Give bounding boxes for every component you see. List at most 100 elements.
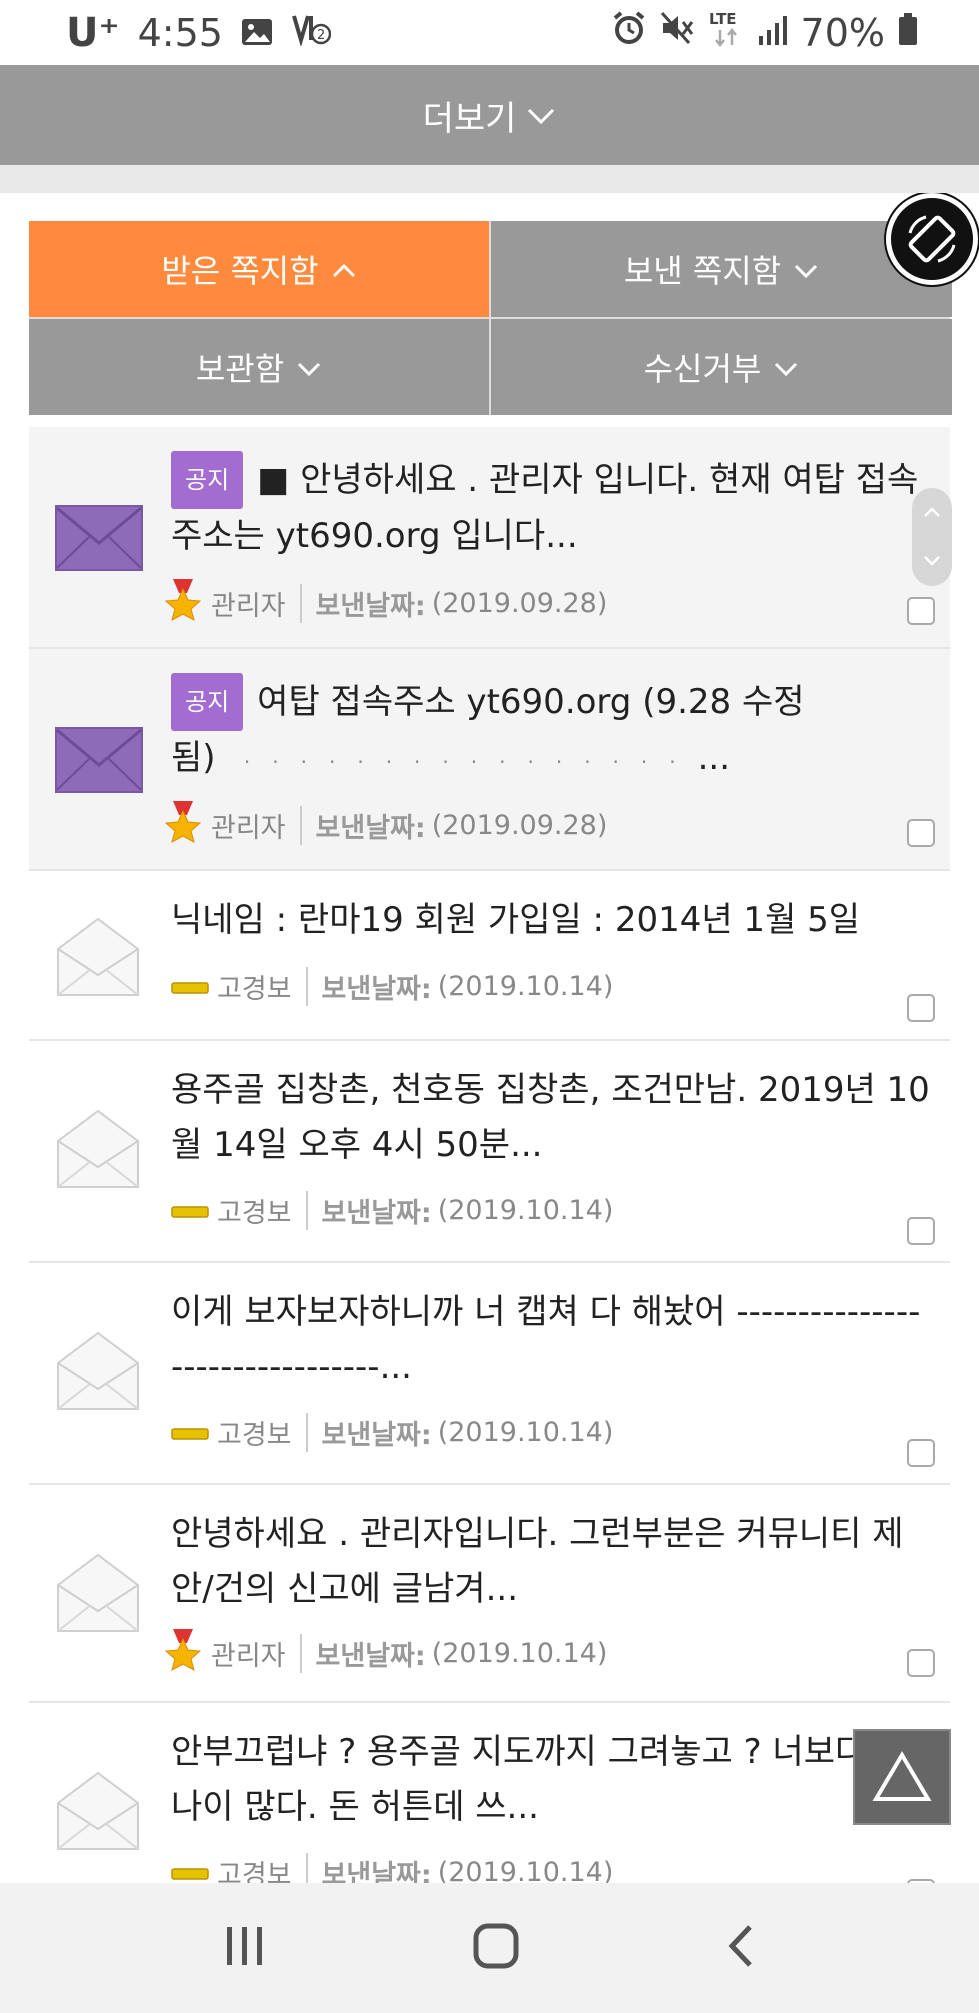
svg-text:LTE: LTE <box>709 10 737 28</box>
message-title[interactable]: 닉네임 : 란마19 회원 가입일 : 2014년 1월 5일 <box>171 900 860 940</box>
sent-date: (2019.10.14) <box>437 971 614 1002</box>
chevron-down-icon <box>526 95 556 135</box>
list-item[interactable]: 안부끄럽냐 ? 용주골 지도까지 그려놓고 ? 너보다 나이 많다. 돈 허튼데… <box>29 1703 950 1883</box>
system-nav-bar <box>0 1883 979 2013</box>
divider <box>0 165 979 193</box>
sender-name: 관리자 <box>211 1634 302 1673</box>
select-checkbox[interactable] <box>907 1439 935 1467</box>
select-checkbox[interactable] <box>907 1649 935 1677</box>
sender-name: 관리자 <box>211 584 302 623</box>
envelope-unread-icon <box>55 727 143 793</box>
member-rank-icon <box>171 1195 209 1226</box>
signal-icon <box>757 11 789 55</box>
message-title[interactable]: 용주골 집창촌, 천호동 집창촌, 조건만남. 2019년 10월 14일 오후… <box>171 1070 930 1165</box>
list-item[interactable]: 공지 여탑 접속주소 yt690.org (9.28 수정 됨) ········… <box>29 649 950 871</box>
rotate-screen-icon[interactable] <box>886 193 978 285</box>
tab-inbox[interactable]: 받은 쪽지함 <box>29 221 489 317</box>
date-label: 보낸날짜: <box>315 813 426 844</box>
scroll-down-icon[interactable] <box>923 551 941 572</box>
select-checkbox[interactable] <box>907 597 935 625</box>
sender-name: 고경보 <box>217 1191 308 1230</box>
envelope-read-icon <box>57 1553 139 1632</box>
triangle-up-icon <box>872 1751 932 1801</box>
message-box: 받은 쪽지함 보낸 쪽지함 보관함 수신거부 공지 ■ 안녕하세요 . 관리자 입… <box>0 193 979 1883</box>
mailbox-tabs: 받은 쪽지함 보낸 쪽지함 보관함 수신거부 <box>29 221 952 415</box>
chevron-down-icon <box>773 348 799 386</box>
alarm-icon <box>611 10 647 55</box>
chevron-up-icon <box>331 250 357 288</box>
message-title-cont[interactable]: 됨) <box>171 738 216 778</box>
message-list: 공지 ■ 안녕하세요 . 관리자 입니다. 현재 여탑 접속 주소는 yt690.… <box>29 427 950 1883</box>
mute-icon <box>659 10 695 55</box>
admin-medal-icon <box>163 579 203 628</box>
ellipsis: ... <box>697 738 731 778</box>
date-label: 보낸날짜: <box>321 974 432 1005</box>
list-item[interactable]: 용주골 집창촌, 천호동 집창촌, 조건만남. 2019년 10월 14일 오후… <box>29 1041 950 1263</box>
date-label: 보낸날짜: <box>321 1860 432 1883</box>
tab-label: 보관함 <box>195 350 285 388</box>
more-toggle[interactable]: 더보기 <box>0 65 979 165</box>
sender-name: 고경보 <box>217 1853 308 1883</box>
member-rank-icon <box>171 971 209 1002</box>
dotted-filler: ················ <box>215 750 698 774</box>
select-checkbox[interactable] <box>907 994 935 1022</box>
scroll-up-icon[interactable] <box>923 502 941 523</box>
date-label: 보낸날짜: <box>321 1198 432 1229</box>
carrier-label: U⁺ <box>66 9 120 56</box>
chevron-down-icon <box>793 250 819 288</box>
tab-archive[interactable]: 보관함 <box>29 319 489 415</box>
notice-badge: 공지 <box>171 451 244 509</box>
envelope-read-icon <box>57 1331 139 1410</box>
notice-badge: 공지 <box>171 673 244 731</box>
sent-date: (2019.09.28) <box>431 588 608 619</box>
message-title[interactable]: 이게 보자보자하니까 너 캡쳐 다 해놨어 ------------------… <box>171 1292 920 1387</box>
sent-date: (2019.10.14) <box>437 1195 614 1226</box>
recent-apps-icon[interactable] <box>223 1925 267 1971</box>
envelope-read-icon <box>57 1771 139 1850</box>
message-title[interactable]: 안부끄럽냐 ? 용주골 지도까지 그려놓고 ? 너보다 나이 많다. 돈 허튼데… <box>171 1732 866 1827</box>
member-rank-icon <box>171 1857 209 1883</box>
tab-blocked[interactable]: 수신거부 <box>491 319 952 415</box>
sent-date: (2019.10.14) <box>437 1417 614 1448</box>
envelope-read-icon <box>57 1109 139 1188</box>
svg-text:2: 2 <box>317 28 325 43</box>
message-title[interactable]: 안녕하세요 . 관리자입니다. 그런부분은 커뮤니티 제안/건의 신고에 글남겨… <box>171 1514 904 1609</box>
sender-name: 고경보 <box>217 967 308 1006</box>
member-rank-icon <box>171 1417 209 1448</box>
image-icon <box>241 11 273 55</box>
list-item[interactable]: 공지 ■ 안녕하세요 . 관리자 입니다. 현재 여탑 접속 주소는 yt690.… <box>29 427 950 649</box>
date-label: 보낸날짜: <box>315 591 426 622</box>
sent-date: (2019.10.14) <box>437 1857 614 1883</box>
tab-label: 수신거부 <box>643 350 762 388</box>
select-checkbox[interactable] <box>907 1217 935 1245</box>
battery-percent: 70% <box>800 10 885 55</box>
list-item[interactable]: 이게 보자보자하니까 너 캡쳐 다 해놨어 ------------------… <box>29 1263 950 1485</box>
message-title[interactable]: 여탑 접속주소 yt690.org (9.28 수정 <box>257 682 804 722</box>
admin-medal-icon <box>163 801 203 850</box>
date-label: 보낸날짜: <box>315 1641 426 1672</box>
sent-date: (2019.09.28) <box>431 810 608 841</box>
list-item[interactable]: 닉네임 : 란마19 회원 가입일 : 2014년 1월 5일 고경보 보낸날짜… <box>29 871 950 1041</box>
envelope-read-icon <box>57 917 139 996</box>
message-title[interactable]: ■ 안녕하세요 . 관리자 입니다. 현재 여탑 접속 주소는 yt690.or… <box>171 460 918 556</box>
date-label: 보낸날짜: <box>321 1420 432 1451</box>
tab-sent[interactable]: 보낸 쪽지함 <box>491 221 952 317</box>
home-icon[interactable] <box>472 1922 520 1974</box>
select-checkbox[interactable] <box>907 819 935 847</box>
tab-label: 보낸 쪽지함 <box>623 252 782 290</box>
scroll-to-top-button[interactable] <box>853 1729 951 1825</box>
lte-icon: LTE <box>707 8 745 57</box>
sender-name: 관리자 <box>211 806 302 845</box>
back-icon[interactable] <box>726 1923 756 1973</box>
battery-icon <box>897 11 919 55</box>
tab-label: 받은 쪽지함 <box>161 252 319 290</box>
scroll-control[interactable] <box>912 488 952 586</box>
volte-icon: 2 <box>291 11 332 55</box>
status-time: 4:55 <box>137 10 223 55</box>
sent-date: (2019.10.14) <box>431 1638 608 1669</box>
sender-name: 고경보 <box>217 1413 308 1452</box>
status-bar: U⁺ 4:55 2 LTE 70% <box>0 0 979 65</box>
envelope-unread-icon <box>55 505 143 571</box>
list-item[interactable]: 안녕하세요 . 관리자입니다. 그런부분은 커뮤니티 제안/건의 신고에 글남겨… <box>29 1485 950 1703</box>
admin-medal-icon <box>163 1629 203 1678</box>
